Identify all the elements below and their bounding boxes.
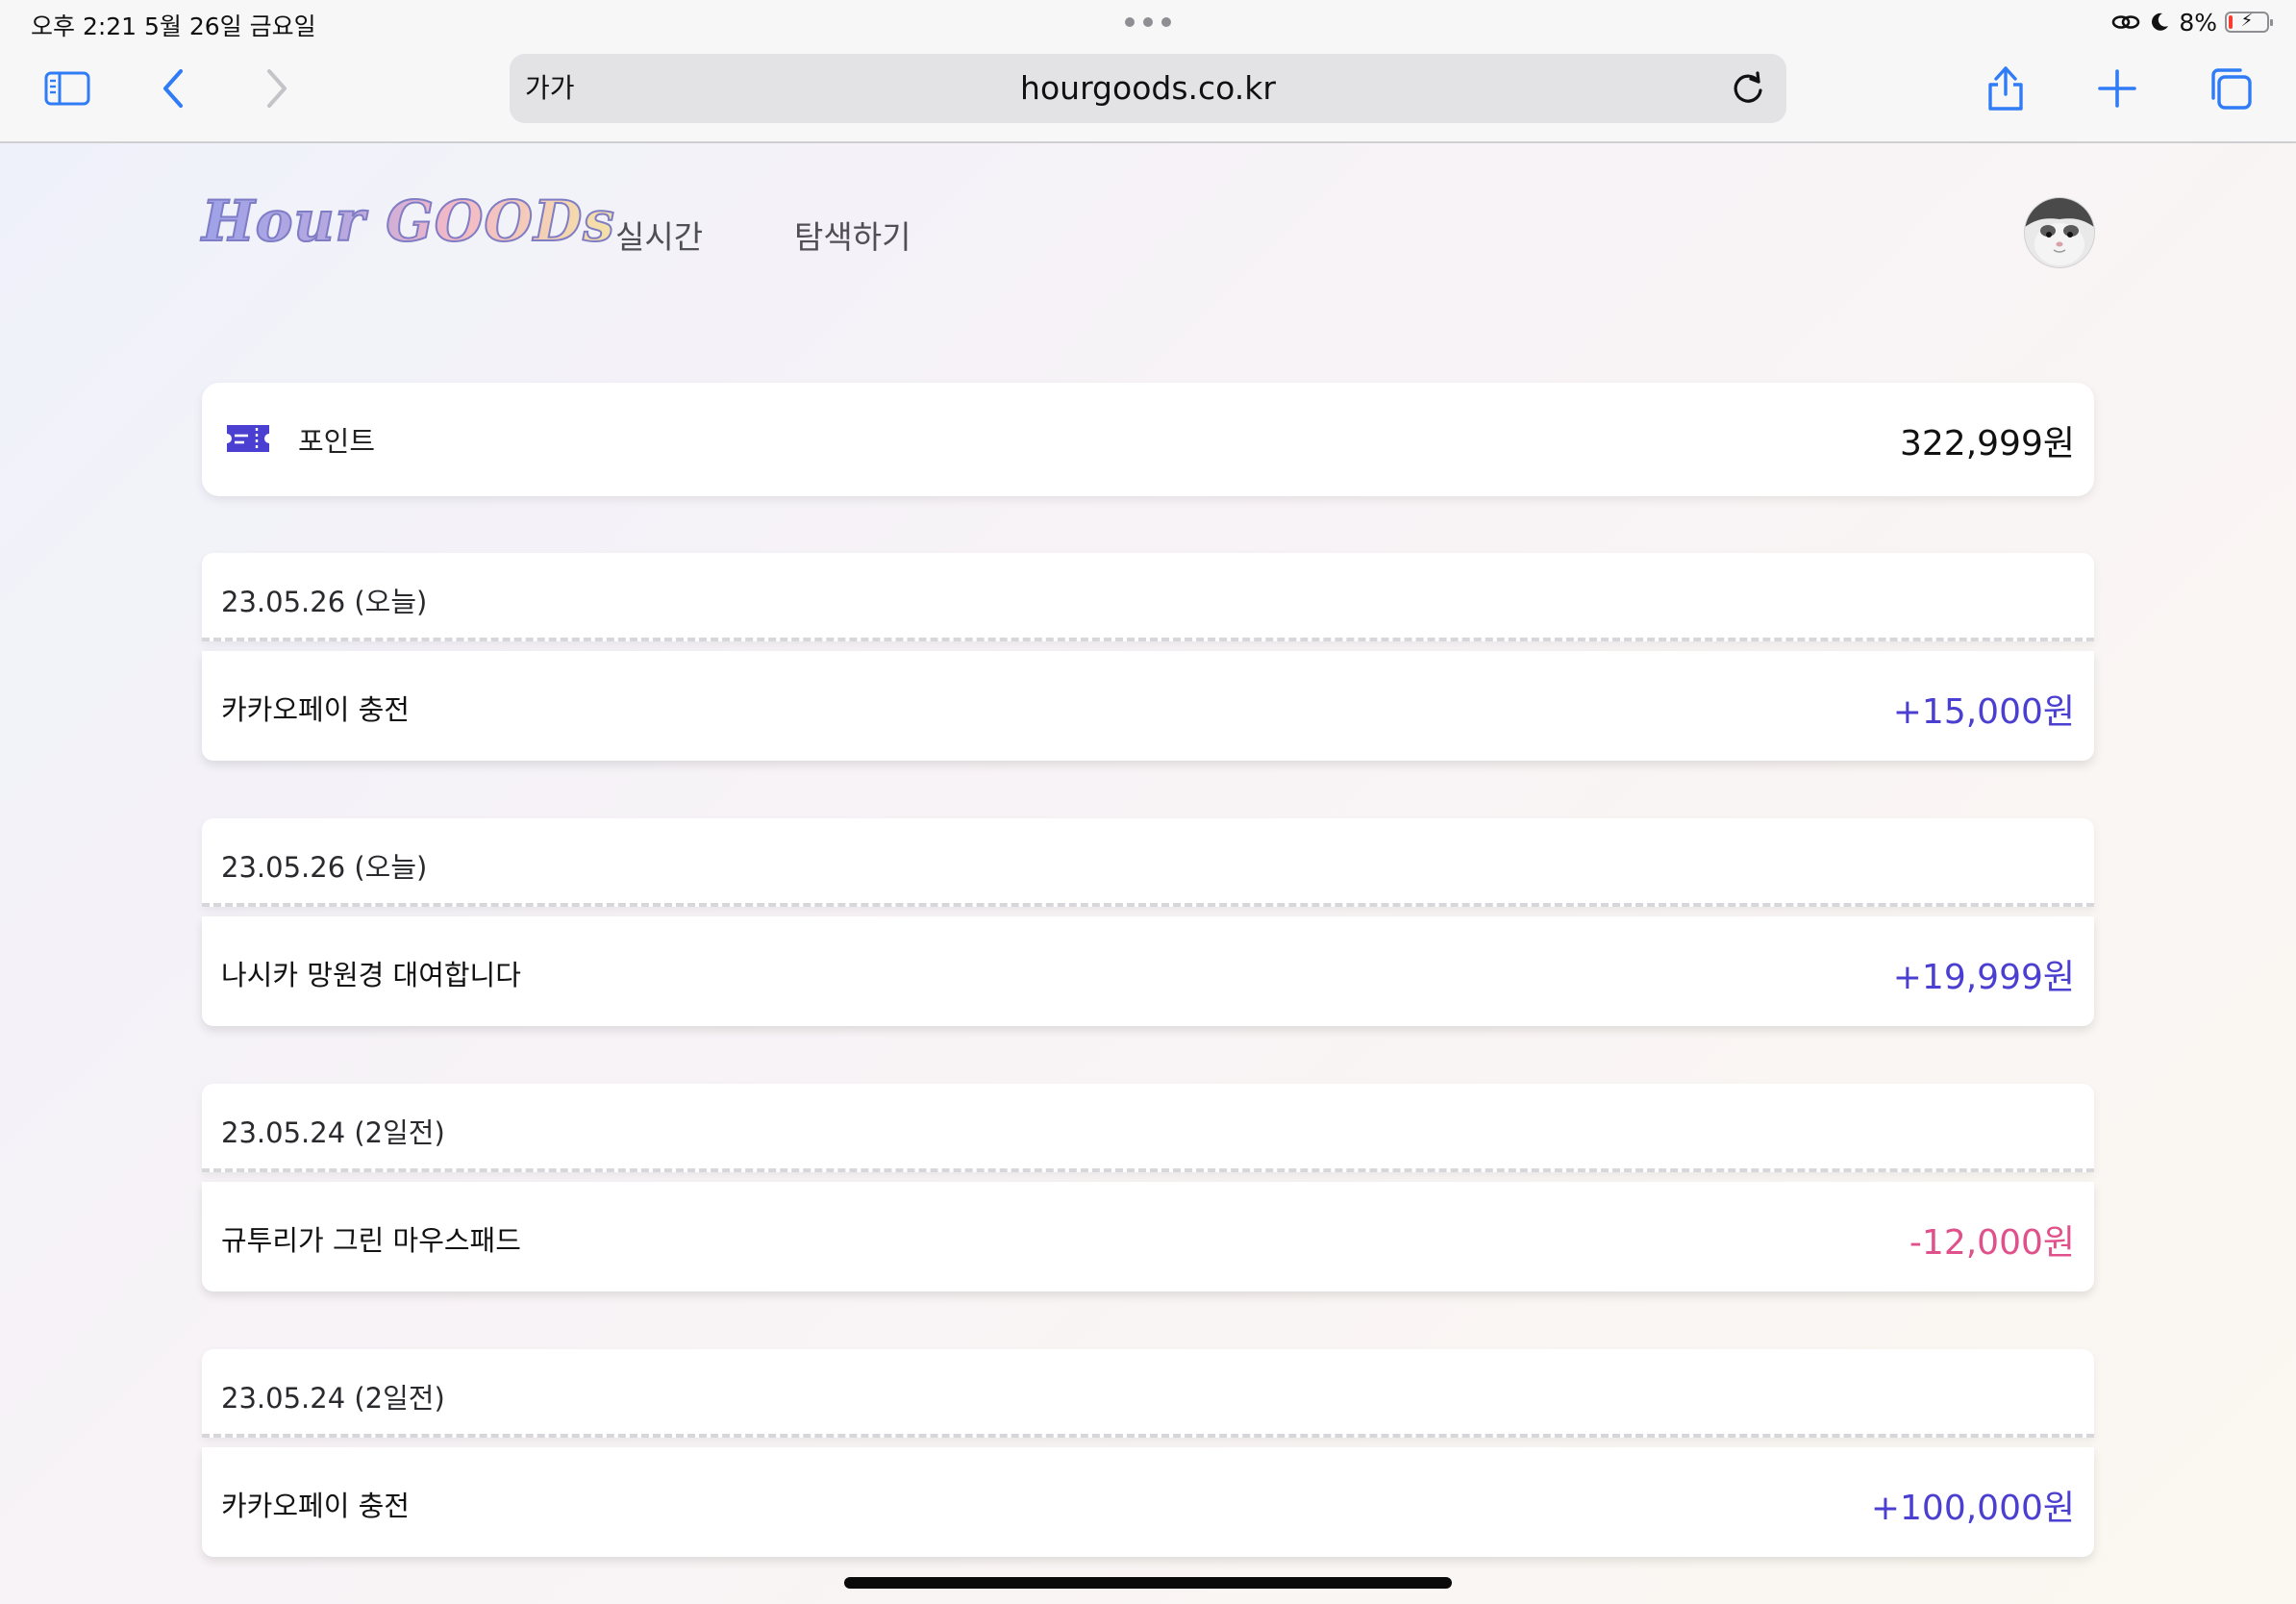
transaction-title: 카카오페이 충전 bbox=[221, 693, 410, 726]
transaction-date: 23.05.26 (오늘) bbox=[221, 586, 428, 618]
nav-realtime[interactable]: 실시간 bbox=[615, 212, 703, 258]
multitasking-dots-icon[interactable] bbox=[1125, 8, 1171, 35]
transaction-date: 23.05.26 (오늘) bbox=[221, 851, 428, 884]
site-logo[interactable]: Hour GOODs bbox=[201, 188, 615, 255]
share-icon[interactable] bbox=[1977, 60, 2034, 117]
status-time: 오후 2:21 bbox=[31, 13, 137, 40]
cat-avatar-icon bbox=[2025, 198, 2094, 267]
status-indicators: 8% ⚡ bbox=[2111, 6, 2273, 38]
link-icon bbox=[2112, 15, 2140, 29]
transaction-date: 23.05.24 (2일전) bbox=[221, 1116, 445, 1149]
url-text[interactable]: hourgoods.co.kr bbox=[510, 54, 1786, 123]
transaction-date-row: 23.05.24 (2일전) bbox=[202, 1349, 2094, 1438]
back-icon[interactable] bbox=[146, 60, 204, 117]
transaction-amount: +19,999원 bbox=[1892, 958, 2075, 997]
site-header: Hour GOODs 실시간 탐색하기 bbox=[201, 179, 2094, 285]
transaction-row[interactable]: 나시카 망원경 대여합니다 +19,999원 bbox=[202, 916, 2094, 1026]
points-label: 포인트 bbox=[298, 425, 376, 458]
new-tab-icon[interactable] bbox=[2088, 60, 2146, 117]
transaction-row[interactable]: 카카오페이 충전 +15,000원 bbox=[202, 651, 2094, 761]
address-bar[interactable]: 가가 hourgoods.co.kr bbox=[510, 54, 1786, 123]
tabs-icon[interactable] bbox=[2202, 60, 2259, 117]
transaction-title: 나시카 망원경 대여합니다 bbox=[221, 959, 521, 991]
avatar[interactable] bbox=[2025, 198, 2094, 267]
transaction-row[interactable]: 규투리가 그린 마우스패드 -12,000원 bbox=[202, 1182, 2094, 1291]
transaction-date-row: 23.05.26 (오늘) bbox=[202, 553, 2094, 641]
transaction-amount: +100,000원 bbox=[1870, 1489, 2075, 1528]
transaction-row[interactable]: 카카오페이 충전 +100,000원 bbox=[202, 1447, 2094, 1557]
forward-icon[interactable] bbox=[246, 60, 304, 117]
battery-charging-icon: ⚡ bbox=[2225, 11, 2273, 33]
reload-icon[interactable] bbox=[1727, 67, 1769, 110]
nav-explore[interactable]: 탐색하기 bbox=[794, 212, 911, 258]
browser-chrome: 오후 2:21 5월 26일 금요일 8% ⚡ 가가 hourgoods.co.… bbox=[0, 0, 2296, 143]
transaction-amount: -12,000원 bbox=[1909, 1223, 2075, 1263]
moon-icon bbox=[2152, 13, 2169, 31]
points-value: 322,999원 bbox=[1900, 424, 2075, 464]
home-indicator[interactable] bbox=[844, 1577, 1452, 1589]
transaction-date-row: 23.05.26 (오늘) bbox=[202, 818, 2094, 907]
points-card[interactable]: 포인트 322,999원 bbox=[202, 383, 2094, 496]
battery-percent: 8% bbox=[2179, 8, 2217, 37]
transaction-amount: +15,000원 bbox=[1892, 692, 2075, 732]
ticket-icon bbox=[227, 425, 269, 452]
transaction-date: 23.05.24 (2일전) bbox=[221, 1382, 445, 1415]
transaction-title: 카카오페이 충전 bbox=[221, 1490, 410, 1522]
transaction-date-row: 23.05.24 (2일전) bbox=[202, 1084, 2094, 1172]
sidebar-icon[interactable] bbox=[38, 60, 96, 117]
transaction-title: 규투리가 그린 마우스패드 bbox=[221, 1224, 521, 1257]
status-date: 5월 26일 금요일 bbox=[144, 13, 316, 40]
